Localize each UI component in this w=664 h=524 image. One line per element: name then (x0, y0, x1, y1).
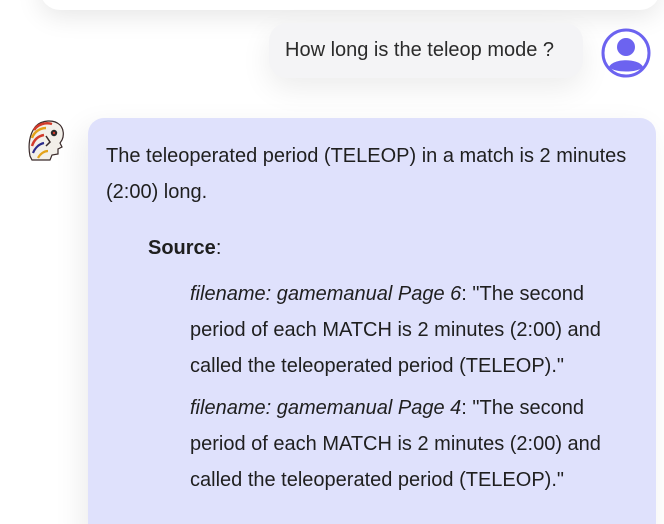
source-heading: Source: (148, 232, 640, 264)
robot-head-icon (24, 116, 68, 162)
source-item: filename: gamemanual Page 6: "The second… (190, 276, 640, 384)
assistant-answer-text: The teleoperated period (TELEOP) in a ma… (106, 145, 627, 203)
source-label: Source (148, 237, 216, 259)
source-colon: : (215, 237, 222, 259)
user-message-bubble: How long is the teleop mode ? (269, 23, 583, 78)
source-item: filename: gamemanual Page 4: "The second… (190, 390, 640, 498)
previous-card-edge (40, 0, 660, 10)
assistant-message-bubble: The teleoperated period (TELEOP) in a ma… (88, 118, 656, 524)
source-filename: filename: gamemanual Page 6 (190, 283, 462, 305)
user-message-text: How long is the teleop mode ? (285, 39, 555, 61)
source-list: filename: gamemanual Page 6: "The second… (190, 276, 640, 498)
chat-view: How long is the teleop mode ? The teleop… (0, 0, 664, 524)
user-avatar-icon (601, 28, 651, 78)
source-filename: filename: gamemanual Page 4 (190, 397, 462, 419)
